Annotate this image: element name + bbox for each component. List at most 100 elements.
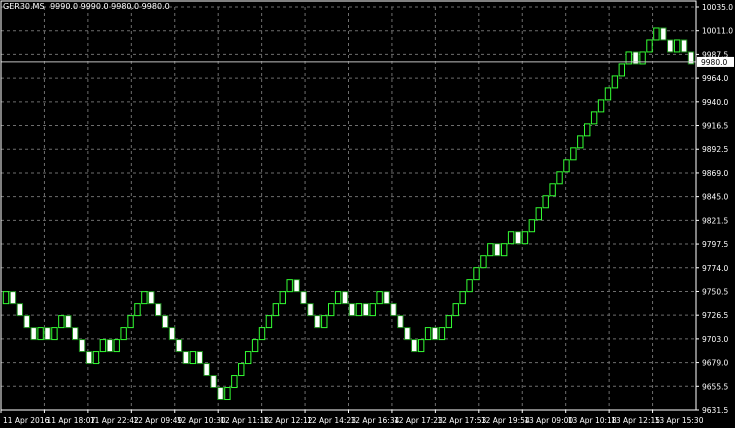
renko-brick-up	[258, 327, 266, 341]
renko-brick-up	[92, 351, 100, 365]
x-tick-label: 13 Apr 15:30	[655, 416, 704, 425]
renko-brick-up	[231, 375, 238, 389]
renko-brick-up	[556, 171, 563, 185]
renko-brick-down	[9, 291, 17, 305]
y-tick-label: 9726.5	[702, 311, 728, 320]
renko-brick-up	[604, 87, 612, 101]
renko-brick-up	[597, 99, 605, 113]
renko-brick-up	[51, 327, 58, 341]
renko-brick-down	[514, 231, 522, 245]
renko-brick-up	[500, 243, 508, 257]
renko-brick-down	[383, 291, 390, 305]
renko-brick-up	[584, 123, 591, 137]
renko-brick-up	[653, 27, 660, 41]
renko-brick-up	[452, 303, 459, 317]
renko-brick-up	[58, 315, 65, 329]
renko-brick-down	[431, 327, 439, 341]
symbol-name: GER30.MS	[3, 2, 45, 11]
renko-brick-down	[155, 303, 162, 317]
renko-brick-up	[417, 339, 425, 353]
renko-brick-down	[23, 315, 30, 329]
renko-brick-up	[570, 147, 577, 161]
renko-brick-up	[542, 195, 549, 209]
y-tick-label: 9631.5	[702, 406, 728, 415]
renko-brick-up	[673, 39, 681, 53]
renko-brick-up	[549, 183, 556, 197]
renko-brick-down	[106, 339, 113, 353]
renko-brick-up	[328, 303, 335, 317]
renko-brick-down	[390, 303, 397, 317]
y-tick-label: 9916.5	[702, 122, 728, 131]
renko-brick-down	[71, 327, 79, 341]
renko-brick-up	[445, 315, 453, 329]
x-tick-label: 12 Apr 17:53	[437, 416, 486, 425]
renko-chart[interactable]: 9980.0 10035.010011.09987.59964.09940.09…	[0, 0, 735, 428]
renko-brick-up	[473, 267, 480, 281]
renko-brick-up	[646, 39, 653, 53]
y-tick-label: 9750.5	[702, 287, 728, 296]
renko-brick-down	[148, 291, 155, 305]
renko-brick-up	[438, 327, 446, 341]
x-tick-label: 12 Apr 10:30	[177, 416, 226, 425]
y-tick-label: 10011.0	[702, 27, 733, 36]
y-tick-label: 9869.0	[702, 169, 728, 178]
x-tick-label: 13 Apr 10:18	[568, 416, 617, 425]
symbol-header: GER30.MS 9990.0 9990.0 9980.0 9980.0	[3, 2, 173, 11]
x-tick-label: 11 Apr 2016	[3, 416, 50, 425]
renko-brick-up	[37, 327, 44, 341]
renko-brick-down	[314, 315, 321, 329]
x-tick-label: 12 Apr 16:34	[351, 416, 400, 425]
renko-brick-up	[466, 279, 473, 293]
y-tick-label: 9940.0	[702, 98, 728, 107]
renko-brick-up	[535, 207, 542, 221]
renko-brick-up	[376, 291, 383, 305]
renko-brick-up	[99, 339, 107, 353]
renko-brick-down	[175, 339, 183, 353]
renko-brick-up	[334, 291, 342, 305]
renko-brick-up	[286, 279, 293, 293]
renko-brick-up	[321, 315, 328, 329]
renko-brick-up	[611, 75, 619, 89]
renko-brick-up	[279, 291, 286, 305]
renko-brick-down	[182, 351, 190, 365]
x-tick-label: 11 Apr 22:42	[90, 416, 139, 425]
renko-brick-down	[44, 327, 51, 341]
renko-brick-up	[521, 231, 529, 245]
y-tick-label: 9987.5	[702, 50, 728, 59]
x-tick-label: 13 Apr 09:00	[524, 416, 573, 425]
renko-brick-down	[196, 351, 203, 365]
renko-brick-up	[577, 135, 584, 149]
renko-brick-down	[217, 387, 224, 401]
renko-brick-down	[30, 327, 37, 341]
renko-brick-up	[251, 339, 259, 353]
renko-brick-up	[127, 315, 134, 329]
x-tick-label: 13 Apr 12:15	[611, 416, 660, 425]
y-tick-label: 9821.5	[702, 216, 728, 225]
renko-brick-down	[85, 351, 93, 365]
y-tick-label: 9655.5	[702, 382, 728, 391]
renko-brick-up	[244, 351, 252, 365]
y-tick-label: 9845.0	[702, 193, 728, 202]
renko-brick-down	[667, 39, 674, 53]
renko-brick-down	[404, 327, 411, 341]
renko-brick-up	[369, 303, 376, 317]
renko-brick-up	[141, 291, 148, 305]
renko-brick-down	[203, 363, 210, 377]
renko-brick-down	[161, 315, 169, 329]
renko-brick-up	[2, 291, 10, 305]
x-tick-label: 11 Apr 18:07	[46, 416, 95, 425]
y-tick-label: 9703.0	[702, 335, 728, 344]
x-tick-label: 12 Apr 19:54	[481, 416, 530, 425]
renko-brick-down	[307, 303, 314, 317]
x-tick-label: 12 Apr 09:49	[133, 416, 182, 425]
renko-brick-up	[189, 351, 197, 365]
y-tick-label: 9797.5	[702, 240, 728, 249]
y-tick-label: 9774.0	[702, 264, 728, 273]
renko-brick-down	[210, 375, 217, 389]
renko-brick-up	[424, 327, 432, 341]
renko-brick-up	[590, 111, 598, 125]
renko-brick-down	[660, 27, 667, 41]
renko-brick-up	[113, 339, 120, 353]
renko-brick-up	[480, 255, 487, 269]
renko-brick-down	[397, 315, 404, 329]
